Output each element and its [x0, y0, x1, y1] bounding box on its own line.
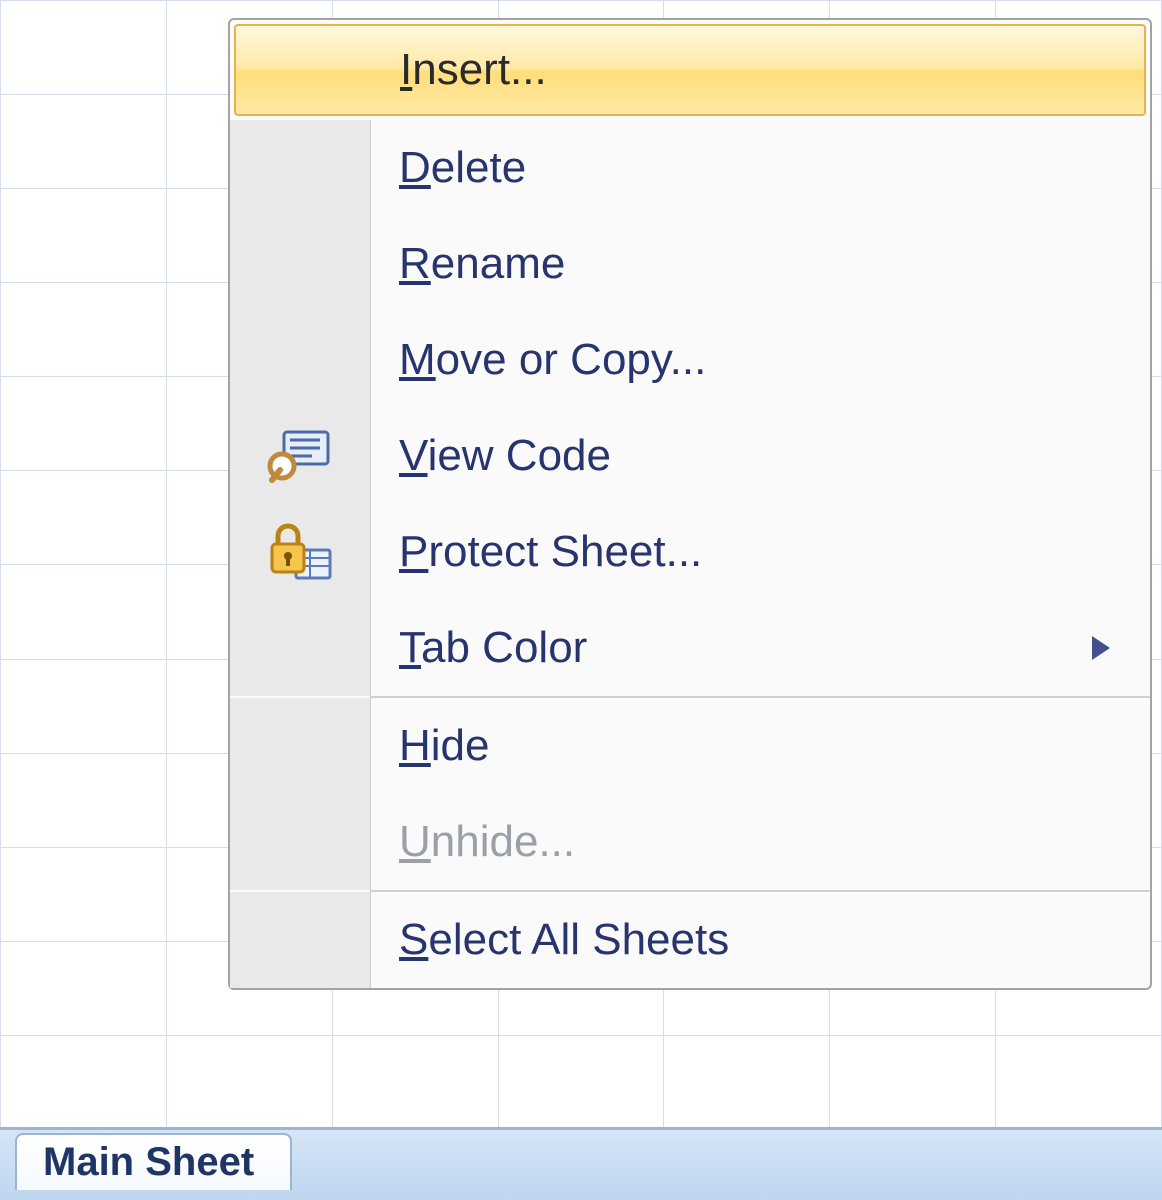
menu-item-gutter	[230, 504, 371, 600]
menu-item-gutter	[230, 120, 371, 216]
menu-item-label: Protect Sheet...	[371, 527, 1150, 577]
menu-item-label: Select All Sheets	[371, 915, 1150, 965]
view-code-icon	[266, 426, 334, 486]
menu-item-move-or-copy[interactable]: Move or Copy...	[230, 312, 1150, 408]
menu-item-gutter	[230, 312, 371, 408]
menu-item-label: Move or Copy...	[371, 335, 1150, 385]
menu-item-label: Tab Color	[371, 623, 1150, 673]
menu-item-gutter	[230, 408, 371, 504]
menu-item-label: Unhide...	[371, 817, 1150, 867]
menu-item-gutter	[230, 698, 371, 794]
sheet-tab-main[interactable]: Main Sheet	[15, 1133, 292, 1190]
sheet-tab-bar: Main Sheet	[0, 1127, 1162, 1200]
menu-item-delete[interactable]: Delete	[230, 120, 1150, 216]
menu-item-protect-sheet[interactable]: Protect Sheet...	[230, 504, 1150, 600]
menu-item-select-all-sheets[interactable]: Select All Sheets	[230, 892, 1150, 988]
menu-item-label: Insert...	[372, 45, 1144, 95]
menu-item-gutter	[230, 892, 371, 988]
menu-item-gutter	[230, 794, 371, 890]
menu-item-gutter	[236, 26, 372, 114]
menu-item-gutter	[230, 600, 371, 696]
menu-item-gutter	[230, 216, 371, 312]
menu-item-label: Hide	[371, 721, 1150, 771]
sheet-tab-label: Main Sheet	[43, 1140, 254, 1185]
menu-item-hide[interactable]: Hide	[230, 698, 1150, 794]
menu-item-label: View Code	[371, 431, 1150, 481]
menu-item-insert[interactable]: Insert...	[234, 24, 1146, 116]
submenu-arrow-icon	[1092, 636, 1110, 660]
lock-icon	[266, 522, 334, 582]
menu-item-unhide: Unhide...	[230, 794, 1150, 890]
menu-item-label: Rename	[371, 239, 1150, 289]
menu-item-view-code[interactable]: View Code	[230, 408, 1150, 504]
menu-item-rename[interactable]: Rename	[230, 216, 1150, 312]
sheet-context-menu: Insert... Delete Rename Move or Copy... View…	[228, 18, 1152, 990]
menu-item-tab-color[interactable]: Tab Color	[230, 600, 1150, 696]
menu-item-label: Delete	[371, 143, 1150, 193]
